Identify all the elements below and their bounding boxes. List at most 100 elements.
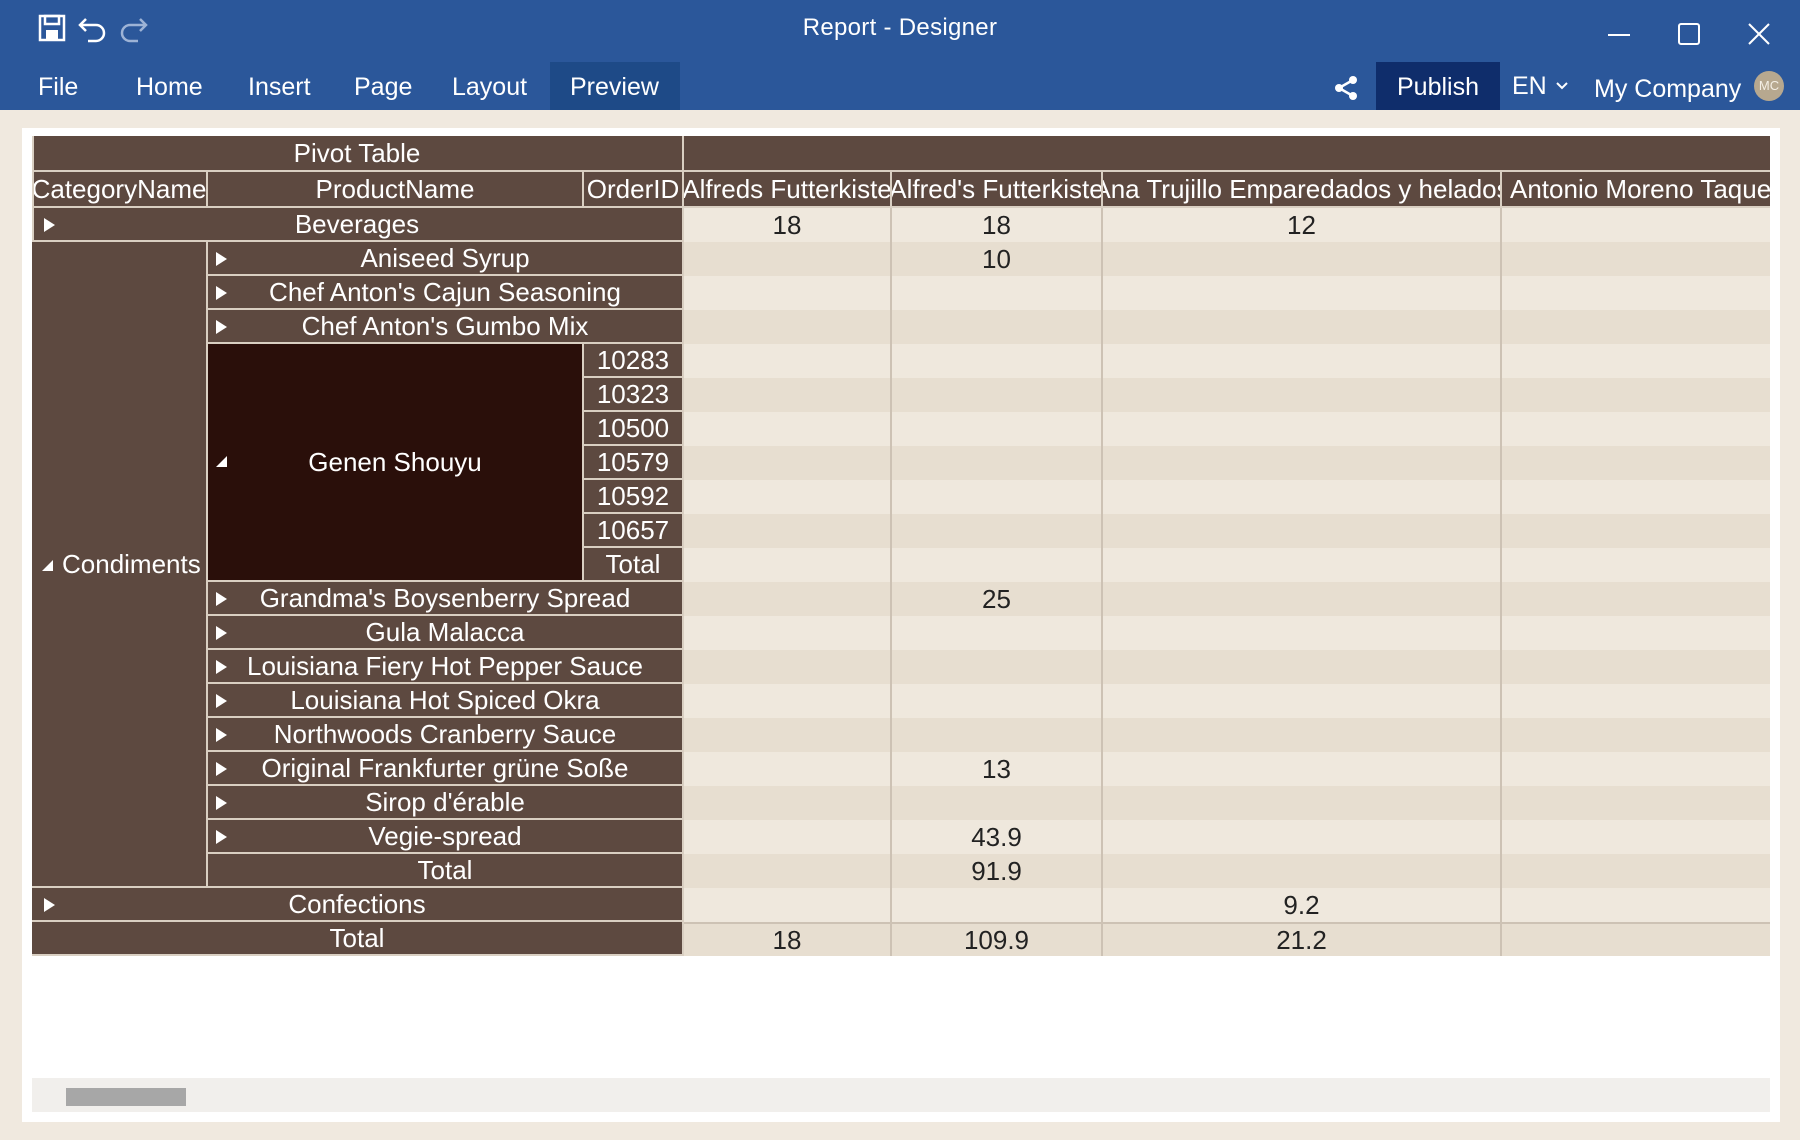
orderid-cell: 10323	[584, 378, 684, 412]
grand-total-cell	[1502, 922, 1770, 956]
grand-total-cell: 18	[684, 922, 892, 956]
product-label: Sirop d'érable	[365, 786, 525, 817]
maximize-icon[interactable]	[1664, 14, 1714, 54]
menu-home[interactable]: Home	[116, 62, 223, 110]
expand-icon[interactable]	[216, 762, 227, 776]
row-beverages[interactable]: Beverages	[32, 208, 684, 242]
header-productname[interactable]: ProductName	[208, 172, 584, 208]
menu-preview[interactable]: Preview	[550, 62, 680, 110]
value-cell	[1103, 344, 1502, 378]
expand-icon[interactable]	[216, 286, 227, 300]
product-row[interactable]: Gula Malacca	[208, 616, 684, 650]
product-row[interactable]: Vegie-spread	[208, 820, 684, 854]
value-cell	[892, 480, 1103, 514]
product-row[interactable]: Sirop d'érable	[208, 786, 684, 820]
column-header[interactable]: Ana Trujillo Emparedados y helados	[1103, 172, 1502, 208]
product-row[interactable]: Chef Anton's Gumbo Mix	[208, 310, 684, 344]
value-cell: 43.9	[892, 820, 1103, 854]
product-label: Louisiana Fiery Hot Pepper Sauce	[246, 650, 643, 681]
value-cell	[1502, 514, 1770, 548]
value-cell	[1502, 854, 1770, 888]
value-cell	[1502, 378, 1770, 412]
value-cell	[684, 548, 892, 582]
language-selector[interactable]: EN	[1512, 62, 1569, 110]
product-row[interactable]: Northwoods Cranberry Sauce	[208, 718, 684, 752]
product-row[interactable]: Original Frankfurter grüne Soße	[208, 752, 684, 786]
product-label: Genen Shouyu	[308, 446, 482, 477]
column-header[interactable]: Alfred's Futterkiste	[892, 172, 1103, 208]
row-condiments[interactable]: Condiments	[32, 242, 208, 888]
collapse-icon[interactable]	[216, 456, 227, 467]
expand-icon[interactable]	[216, 592, 227, 606]
menu-insert[interactable]: Insert	[228, 62, 331, 110]
value-cell	[1502, 344, 1770, 378]
value-cell	[684, 378, 892, 412]
publish-button[interactable]: Publish	[1376, 62, 1500, 110]
expand-icon[interactable]	[216, 626, 227, 640]
value-cell	[1502, 684, 1770, 718]
expand-icon[interactable]	[216, 660, 227, 674]
value-cell	[1502, 888, 1770, 922]
value-cell	[1502, 582, 1770, 616]
value-cell	[892, 786, 1103, 820]
value-cell	[892, 276, 1103, 310]
value-cell	[684, 480, 892, 514]
expand-icon[interactable]	[216, 320, 227, 334]
minimize-icon[interactable]	[1594, 14, 1644, 54]
horizontal-scrollbar[interactable]	[32, 1078, 1770, 1112]
menu-page[interactable]: Page	[334, 62, 432, 110]
value-cell	[1502, 310, 1770, 344]
value-cell	[892, 650, 1103, 684]
value-cell	[1502, 208, 1770, 242]
product-label: Grandma's Boysenberry Spread	[259, 582, 631, 613]
value-cell	[1103, 582, 1502, 616]
close-icon[interactable]	[1734, 14, 1784, 54]
value-cell	[684, 820, 892, 854]
column-header[interactable]: Alfreds Futterkiste	[684, 172, 892, 208]
value-cell: 18	[892, 208, 1103, 242]
value-cell	[1103, 242, 1502, 276]
expand-icon[interactable]	[216, 252, 227, 266]
product-row[interactable]: Aniseed Syrup	[208, 242, 684, 276]
product-row[interactable]: Louisiana Fiery Hot Pepper Sauce	[208, 650, 684, 684]
column-header[interactable]: Antonio Moreno Taquería	[1502, 172, 1770, 208]
value-cell	[684, 344, 892, 378]
pivot-table[interactable]: Pivot Table CategoryName ProductName Ord…	[32, 136, 1770, 1076]
category-label: Beverages	[294, 208, 420, 239]
product-label: Original Frankfurter grüne Soße	[261, 752, 629, 783]
category-label: Condiments	[62, 548, 201, 579]
expand-icon[interactable]	[216, 796, 227, 810]
avatar[interactable]: MC	[1754, 71, 1784, 101]
row-confections[interactable]: Confections	[32, 888, 684, 922]
product-row[interactable]: Louisiana Hot Spiced Okra	[208, 684, 684, 718]
product-label: Northwoods Cranberry Sauce	[273, 718, 617, 749]
expand-icon[interactable]	[44, 218, 55, 232]
value-cell: 25	[892, 582, 1103, 616]
value-cell	[892, 344, 1103, 378]
share-icon[interactable]	[1328, 70, 1364, 106]
value-cell	[684, 276, 892, 310]
header-orderid[interactable]: OrderID	[584, 172, 684, 208]
product-row[interactable]: Chef Anton's Cajun Seasoning	[208, 276, 684, 310]
expand-icon[interactable]	[216, 728, 227, 742]
report-canvas: Pivot Table CategoryName ProductName Ord…	[22, 128, 1780, 1122]
value-cell	[1502, 616, 1770, 650]
value-cell: 10	[892, 242, 1103, 276]
chevron-down-icon	[1556, 82, 1568, 90]
menu-layout[interactable]: Layout	[432, 62, 547, 110]
expand-icon[interactable]	[44, 898, 55, 912]
scrollbar-thumb[interactable]	[66, 1088, 186, 1106]
value-cell	[1502, 276, 1770, 310]
expand-icon[interactable]	[216, 830, 227, 844]
value-cell	[892, 684, 1103, 718]
value-cell	[1103, 446, 1502, 480]
company-name[interactable]: My Company	[1594, 62, 1741, 110]
product-row-selected[interactable]: Genen Shouyu	[208, 344, 584, 582]
product-row[interactable]: Grandma's Boysenberry Spread	[208, 582, 684, 616]
collapse-icon[interactable]	[42, 560, 53, 571]
value-cell	[684, 446, 892, 480]
header-categoryname[interactable]: CategoryName	[32, 172, 208, 208]
menu-file[interactable]: File	[18, 62, 98, 110]
expand-icon[interactable]	[216, 694, 227, 708]
value-cell	[684, 310, 892, 344]
